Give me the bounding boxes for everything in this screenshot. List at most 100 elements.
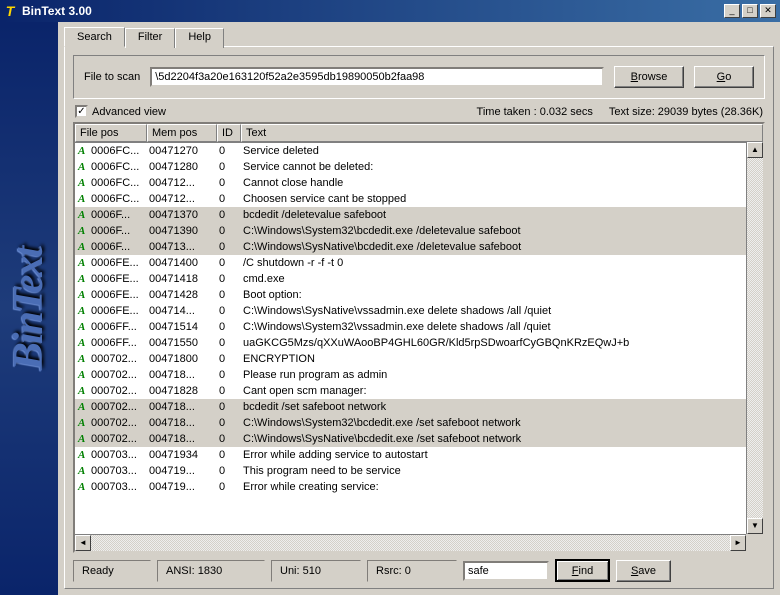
cell-id: 0: [215, 143, 239, 159]
table-row[interactable]: A0006FC...004712...0Choosen service cant…: [75, 191, 763, 207]
row-type-icon: A: [75, 193, 87, 205]
table-row[interactable]: A000702...004718280Cant open scm manager…: [75, 383, 763, 399]
table-row[interactable]: A0006F...004713700bcdedit /deletevalue s…: [75, 207, 763, 223]
find-button[interactable]: Find: [555, 559, 610, 582]
cell-id: 0: [215, 479, 239, 495]
horizontal-scrollbar[interactable]: ◄ ►: [75, 534, 746, 551]
cell-id: 0: [215, 463, 239, 479]
row-type-icon: A: [75, 433, 87, 445]
cell-text: Boot option:: [239, 287, 763, 303]
row-type-icon: A: [75, 465, 87, 477]
cell-id: 0: [215, 287, 239, 303]
cell-filepos: 0006FE...: [87, 303, 145, 319]
cell-filepos: 0006FE...: [87, 271, 145, 287]
cell-id: 0: [215, 207, 239, 223]
cell-filepos: 000703...: [87, 479, 145, 495]
cell-filepos: 0006FC...: [87, 191, 145, 207]
tab-filter[interactable]: Filter: [125, 28, 175, 48]
file-scan-group: File to scan Browse Go: [73, 55, 765, 99]
cell-filepos: 000702...: [87, 351, 145, 367]
table-row[interactable]: A000703...004719...0This program need to…: [75, 463, 763, 479]
table-row[interactable]: A0006FE...004714280Boot option:: [75, 287, 763, 303]
col-id[interactable]: ID: [217, 124, 241, 142]
table-row[interactable]: A0006FC...004712700Service deleted: [75, 143, 763, 159]
table-row[interactable]: A000702...004718...0C:\Windows\SysNative…: [75, 431, 763, 447]
table-row[interactable]: A0006FE...004714...0C:\Windows\SysNative…: [75, 303, 763, 319]
tab-search[interactable]: Search: [64, 27, 125, 47]
status-bar: Ready ANSI: 1830 Uni: 510 Rsrc: 0 Find S…: [73, 553, 765, 582]
scroll-down-icon[interactable]: ▼: [747, 518, 763, 534]
col-text[interactable]: Text: [241, 124, 763, 142]
table-row[interactable]: A0006FC...004712800Service cannot be del…: [75, 159, 763, 175]
cell-filepos: 0006FC...: [87, 143, 145, 159]
close-button[interactable]: ✕: [760, 4, 776, 18]
scroll-up-icon[interactable]: ▲: [747, 142, 763, 158]
find-input[interactable]: [463, 561, 549, 581]
table-row[interactable]: A000702...004718...0bcdedit /set safeboo…: [75, 399, 763, 415]
cell-text: Service deleted: [239, 143, 763, 159]
cell-filepos: 0006F...: [87, 223, 145, 239]
file-path-input[interactable]: [150, 67, 604, 87]
cell-id: 0: [215, 239, 239, 255]
table-row[interactable]: A0006FE...004714000/C shutdown -r -f -t …: [75, 255, 763, 271]
maximize-button[interactable]: □: [742, 4, 758, 18]
cell-filepos: 0006FC...: [87, 175, 145, 191]
cell-id: 0: [215, 383, 239, 399]
cell-mempos: 00471934: [145, 447, 215, 463]
cell-text: C:\Windows\SysNative\bcdedit.exe /delete…: [239, 239, 763, 255]
go-button[interactable]: Go: [694, 66, 754, 88]
table-row[interactable]: A0006FF...004715140C:\Windows\System32\v…: [75, 319, 763, 335]
cell-id: 0: [215, 175, 239, 191]
cell-id: 0: [215, 159, 239, 175]
cell-id: 0: [215, 255, 239, 271]
save-button[interactable]: Save: [616, 560, 671, 582]
table-row[interactable]: A000702...004718000ENCRYPTION: [75, 351, 763, 367]
table-row[interactable]: A0006F...004713900C:\Windows\System32\bc…: [75, 223, 763, 239]
cell-filepos: 0006F...: [87, 239, 145, 255]
table-row[interactable]: A0006FC...004712...0Cannot close handle: [75, 175, 763, 191]
cell-mempos: 004714...: [145, 303, 215, 319]
cell-id: 0: [215, 223, 239, 239]
tab-help[interactable]: Help: [175, 28, 224, 48]
cell-mempos: 00471428: [145, 287, 215, 303]
row-type-icon: A: [75, 481, 87, 493]
cell-filepos: 000702...: [87, 383, 145, 399]
cell-filepos: 0006FF...: [87, 319, 145, 335]
row-type-icon: A: [75, 417, 87, 429]
table-row[interactable]: A000702...004718...0Please run program a…: [75, 367, 763, 383]
vertical-scrollbar[interactable]: ▲ ▼: [746, 142, 763, 534]
advanced-view-checkbox[interactable]: ✓: [75, 105, 88, 118]
table-row[interactable]: A000703...004719340Error while adding se…: [75, 447, 763, 463]
col-filepos[interactable]: File pos: [75, 124, 147, 142]
scroll-right-icon[interactable]: ►: [730, 535, 746, 551]
table-row[interactable]: A000702...004718...0C:\Windows\System32\…: [75, 415, 763, 431]
row-type-icon: A: [75, 449, 87, 461]
row-type-icon: A: [75, 257, 87, 269]
cell-text: Choosen service cant be stopped: [239, 191, 763, 207]
row-type-icon: A: [75, 289, 87, 301]
cell-mempos: 00471280: [145, 159, 215, 175]
browse-button[interactable]: Browse: [614, 66, 684, 88]
row-type-icon: A: [75, 321, 87, 333]
cell-mempos: 004713...: [145, 239, 215, 255]
cell-text: C:\Windows\SysNative\vssadmin.exe delete…: [239, 303, 763, 319]
row-type-icon: A: [75, 401, 87, 413]
sidebar-brand: BinText: [0, 22, 58, 595]
table-row[interactable]: A0006F...004713...0C:\Windows\SysNative\…: [75, 239, 763, 255]
cell-text: C:\Windows\SysNative\bcdedit.exe /set sa…: [239, 431, 763, 447]
cell-text: ENCRYPTION: [239, 351, 763, 367]
cell-text: bcdedit /deletevalue safeboot: [239, 207, 763, 223]
cell-filepos: 000702...: [87, 367, 145, 383]
cell-text: Error while adding service to autostart: [239, 447, 763, 463]
table-row[interactable]: A0006FF...004715500uaGKCG5Mzs/qXXuWAooBP…: [75, 335, 763, 351]
row-type-icon: A: [75, 273, 87, 285]
table-row[interactable]: A0006FE...004714180cmd.exe: [75, 271, 763, 287]
table-row[interactable]: A000703...004719...0Error while creating…: [75, 479, 763, 495]
scroll-left-icon[interactable]: ◄: [75, 535, 91, 551]
minimize-button[interactable]: _: [724, 4, 740, 18]
results-listview[interactable]: File pos Mem pos ID Text A0006FC...00471…: [73, 122, 765, 553]
col-mempos[interactable]: Mem pos: [147, 124, 217, 142]
cell-mempos: 00471418: [145, 271, 215, 287]
cell-mempos: 00471550: [145, 335, 215, 351]
cell-id: 0: [215, 447, 239, 463]
